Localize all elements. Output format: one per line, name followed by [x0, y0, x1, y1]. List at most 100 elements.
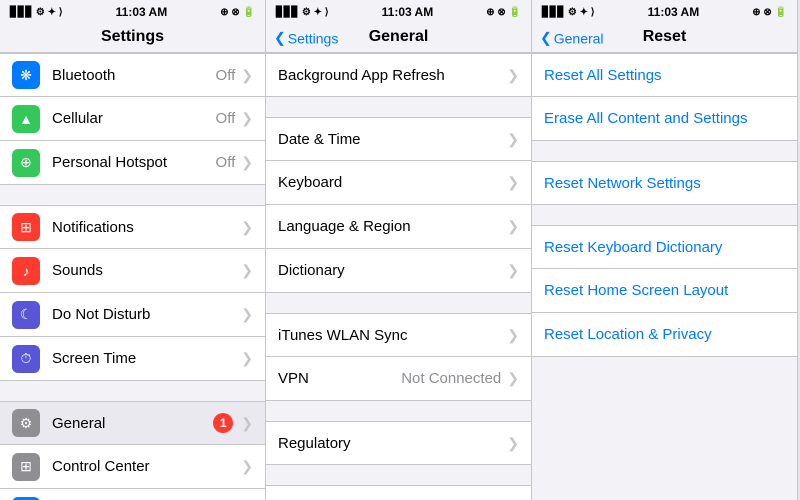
list-item[interactable]: iTunes WLAN Sync❯ [266, 313, 531, 357]
controlcenter-icon: ⊞ [12, 453, 40, 481]
cell-label: Bluetooth [52, 67, 216, 84]
chevron-right-icon: ❯ [241, 67, 253, 84]
nav-bar: ❮SettingsGeneral [266, 24, 531, 53]
list-item[interactable]: Reset All Settings [532, 53, 797, 97]
list-item[interactable]: ❋ BluetoothOff ❯ [0, 53, 265, 97]
cell-label: Keyboard [278, 174, 507, 191]
cell-label: VPN [278, 370, 401, 387]
chevron-right-icon: ❯ [241, 110, 253, 127]
cell-label: Screen Time [52, 350, 241, 367]
chevron-right-icon: ❯ [241, 458, 253, 475]
list-item[interactable]: Reset Home Screen Layout [532, 269, 797, 313]
back-label: General [554, 30, 604, 46]
list-content: Background App Refresh❯Date & Time❯Keybo… [266, 53, 531, 500]
section: Date & Time❯Keyboard❯Language & Region❯D… [266, 117, 531, 293]
chevron-right-icon: ❯ [507, 131, 519, 148]
section-divider [266, 97, 531, 117]
cell-label: Reset Home Screen Layout [544, 282, 785, 299]
cell-label: Do Not Disturb [52, 306, 241, 323]
list-item[interactable]: ♪Sounds❯ [0, 249, 265, 293]
section-divider [0, 381, 265, 401]
back-button[interactable]: ❮General [540, 30, 604, 47]
chevron-right-icon: ❯ [507, 262, 519, 279]
general-icon: ⚙ [12, 409, 40, 437]
list-item[interactable]: Date & Time❯ [266, 117, 531, 161]
cell-value: Off [216, 154, 236, 171]
list-item[interactable]: ⚙General1❯ [0, 401, 265, 445]
chevron-right-icon: ❯ [507, 67, 519, 84]
status-time: 11:03 AM [648, 5, 700, 19]
list-item[interactable]: Reset Network Settings [532, 161, 797, 205]
list-item[interactable]: ▲ CellularOff ❯ [0, 97, 265, 141]
chevron-left-icon: ❮ [540, 30, 552, 47]
chevron-right-icon: ❯ [241, 262, 253, 279]
chevron-right-icon: ❯ [241, 154, 253, 171]
signal-strength: ▊▊▊ ⚙ ✦ ⟩ [10, 7, 63, 18]
section-divider [266, 401, 531, 421]
section-divider [266, 293, 531, 313]
status-icons: ⊕ ⊗ 🔋 [220, 7, 255, 18]
list-item[interactable]: ⊞Notifications❯ [0, 205, 265, 249]
status-time: 11:03 AM [382, 5, 434, 19]
cell-label: Dictionary [278, 262, 507, 279]
cell-label: Reset All Settings [544, 67, 785, 84]
cellular-icon: ▲ [12, 105, 40, 133]
status-bar: ▊▊▊ ⚙ ✦ ⟩ 11:03 AM ⊕ ⊗ 🔋 [532, 0, 797, 24]
cell-label: Date & Time [278, 131, 507, 148]
list-item[interactable]: Reset❯ [266, 485, 531, 500]
nav-bar: Settings [0, 24, 265, 53]
status-icons: ⊕ ⊗ 🔋 [486, 7, 521, 18]
back-button[interactable]: ❮Settings [274, 30, 338, 47]
status-time: 11:03 AM [116, 5, 168, 19]
cell-label: Cellular [52, 110, 216, 127]
list-item[interactable]: Reset Location & Privacy [532, 313, 797, 357]
list-item[interactable]: AADisplay & Brightness❯ [0, 489, 265, 500]
list-item[interactable]: ⊞ Control Center❯ [0, 445, 265, 489]
signal-strength: ▊▊▊ ⚙ ✦ ⟩ [542, 7, 595, 18]
signal-strength: ▊▊▊ ⚙ ✦ ⟩ [276, 7, 329, 18]
status-bar: ▊▊▊ ⚙ ✦ ⟩ 11:03 AM ⊕ ⊗ 🔋 [0, 0, 265, 24]
notifications-icon: ⊞ [12, 213, 40, 241]
list-item[interactable]: Keyboard❯ [266, 161, 531, 205]
list-item[interactable]: Reset Keyboard Dictionary [532, 225, 797, 269]
list-item[interactable]: ⊕Personal HotspotOff❯ [0, 141, 265, 185]
section-divider [532, 205, 797, 225]
section-divider [532, 141, 797, 161]
cell-label: Control Center [52, 458, 241, 475]
list-content: ❋BluetoothOff❯▲CellularOff❯⊕Personal Hot… [0, 53, 265, 500]
chevron-left-icon: ❮ [274, 30, 286, 47]
section-divider [266, 465, 531, 485]
nav-bar: ❮GeneralReset [532, 24, 797, 53]
section: Regulatory❯ [266, 421, 531, 465]
cell-label: Erase All Content and Settings [544, 110, 785, 127]
screentime-icon: ⏱ [12, 345, 40, 373]
bluetooth-icon: ❋ [12, 61, 40, 89]
cell-value: Not Connected [401, 370, 501, 387]
list-item[interactable]: Dictionary❯ [266, 249, 531, 293]
section: ⊞Notifications❯♪Sounds❯☾Do Not Disturb❯⏱… [0, 205, 265, 381]
cell-value: Off [216, 67, 236, 84]
chevron-right-icon: ❯ [507, 327, 519, 344]
chevron-right-icon: ❯ [241, 306, 253, 323]
list-item[interactable]: VPNNot Connected❯ [266, 357, 531, 401]
panel-settings: ▊▊▊ ⚙ ✦ ⟩ 11:03 AM ⊕ ⊗ 🔋 Settings ❋ Blueto… [0, 0, 266, 500]
list-item[interactable]: Background App Refresh❯ [266, 53, 531, 97]
chevron-right-icon: ❯ [507, 174, 519, 191]
cell-value: Off [216, 110, 236, 127]
chevron-right-icon: ❯ [507, 435, 519, 452]
section-divider [0, 185, 265, 205]
cell-label: Regulatory [278, 435, 507, 452]
donotdisturb-icon: ☾ [12, 301, 40, 329]
list-item[interactable]: ⏱Screen Time❯ [0, 337, 265, 381]
list-item[interactable]: Regulatory❯ [266, 421, 531, 465]
cell-label: Reset Location & Privacy [544, 326, 785, 343]
chevron-right-icon: ❯ [507, 218, 519, 235]
list-item[interactable]: ☾ Do Not Disturb❯ [0, 293, 265, 337]
list-item[interactable]: Language & Region❯ [266, 205, 531, 249]
cell-label: Notifications [52, 219, 241, 236]
section: Reset Keyboard Dictionary Reset Home Scre… [532, 225, 797, 357]
list-item[interactable]: Erase All Content and Settings [532, 97, 797, 141]
chevron-right-icon: ❯ [241, 415, 253, 432]
hotspot-icon: ⊕ [12, 149, 40, 177]
status-icons: ⊕ ⊗ 🔋 [752, 7, 787, 18]
